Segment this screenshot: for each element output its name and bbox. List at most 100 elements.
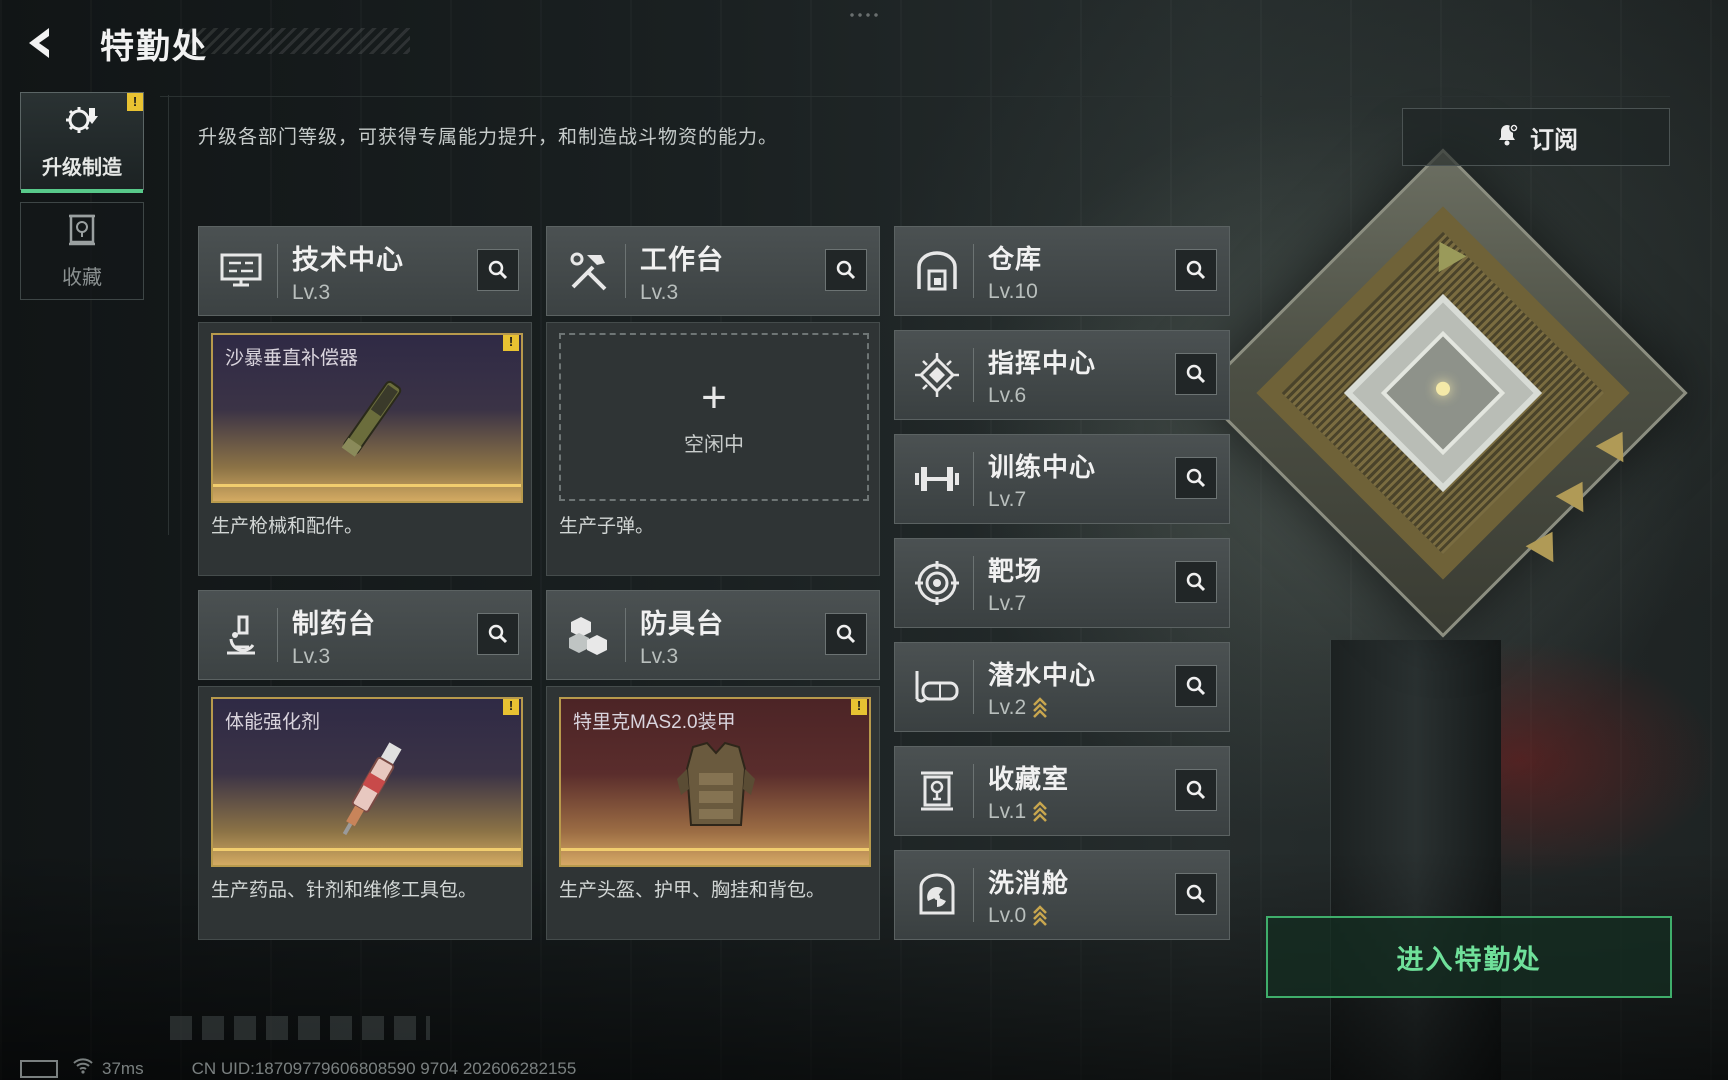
warning-badge: ! [127, 93, 143, 111]
search-icon[interactable] [1175, 665, 1217, 707]
department-decontamination-pod[interactable]: 洗消舱 Lv.0 [894, 850, 1230, 940]
station-name: 工作台 [640, 244, 724, 275]
intro-text: 升级各部门等级，可获得专属能力提升，和制造战斗物资的能力。 [198, 127, 779, 148]
top-bar: 特勤处 [20, 18, 208, 68]
nav-label: 升级制造 [42, 157, 122, 179]
department-level: Lv.2 [988, 695, 1027, 719]
department-level: Lv.7 [988, 487, 1027, 511]
upgrade-gear-icon [62, 102, 102, 143]
upgrade-available-icon [1032, 904, 1048, 927]
station-body: 体能强化剂 ! 生产药品、针剂和维修工具包。 [198, 686, 532, 940]
header-divider [160, 96, 1670, 97]
station-level: Lv.3 [292, 644, 331, 668]
idle-production-slot[interactable]: + 空闲中 [559, 333, 869, 501]
station-name: 技术中心 [292, 244, 404, 275]
compensator-item-icon [341, 380, 402, 457]
status-bar: 37ms CN UID:18709779606808590 9704 20260… [20, 1058, 576, 1079]
command-chip-icon [907, 345, 967, 405]
department-collection-room[interactable]: 收藏室 Lv.1 [894, 746, 1230, 836]
injector-item-icon [342, 742, 402, 836]
department-name: 洗消舱 [988, 867, 1070, 898]
microscope-icon [211, 605, 271, 665]
station-header[interactable]: 防具台 Lv.3 [546, 590, 880, 680]
nav-divider [168, 95, 169, 535]
search-icon[interactable] [1175, 873, 1217, 915]
diving-mask-icon [907, 657, 967, 717]
product-name: 沙暴垂直补偿器 [225, 348, 359, 369]
department-level: Lv.7 [988, 591, 1027, 615]
upgrade-available-icon [1032, 696, 1048, 719]
subscribe-button[interactable]: 订阅 [1402, 108, 1670, 166]
station-name: 防具台 [640, 608, 724, 639]
station-level: Lv.3 [640, 280, 679, 304]
station-description: 生产枪械和配件。 [211, 516, 364, 537]
target-icon [907, 553, 967, 613]
collection-room-icon [907, 761, 967, 821]
collection-icon [67, 212, 97, 253]
wifi-icon [72, 1058, 94, 1079]
station-description: 生产头盔、护甲、胸挂和背包。 [559, 880, 826, 901]
station-header[interactable]: 制药台 Lv.3 [198, 590, 532, 680]
warning-badge: ! [503, 335, 519, 351]
station-body: 沙暴垂直补偿器 ! 生产枪械和配件。 [198, 322, 532, 576]
department-command-center[interactable]: 指挥中心 Lv.6 [894, 330, 1230, 420]
search-icon[interactable] [825, 613, 867, 655]
station-body: + 空闲中 生产子弹。 [546, 322, 880, 576]
upgrade-available-icon [1032, 800, 1048, 823]
search-icon[interactable] [1175, 769, 1217, 811]
search-icon[interactable] [1175, 249, 1217, 291]
page-title: 特勤处 [100, 27, 208, 66]
armor-vest-item-icon [677, 741, 755, 826]
station-description: 生产子弹。 [559, 516, 655, 537]
department-name: 收藏室 [988, 763, 1070, 794]
department-name: 潜水中心 [988, 659, 1097, 690]
production-slot[interactable]: 沙暴垂直补偿器 ! [211, 333, 523, 503]
floor-marks [170, 1016, 430, 1040]
station-header[interactable]: 技术中心 Lv.3 [198, 226, 532, 316]
top-dots [848, 12, 878, 18]
station-level: Lv.3 [640, 644, 679, 668]
station-card-pharmacy: 制药台 Lv.3 体能强化剂 ! 生产药品、针剂和维修工具包。 [198, 590, 532, 940]
back-arrow-icon[interactable] [20, 23, 60, 63]
department-level: Lv.6 [988, 383, 1027, 407]
department-training-center[interactable]: 训练中心 Lv.7 [894, 434, 1230, 524]
dumbbell-icon [907, 449, 967, 509]
production-slot[interactable]: 特里克MAS2.0装甲 ! [559, 697, 871, 867]
search-icon[interactable] [1175, 353, 1217, 395]
department-level: Lv.1 [988, 799, 1027, 823]
ping-value: 37ms [102, 1058, 144, 1078]
cube-artwork [1198, 148, 1688, 638]
battery-icon [20, 1059, 58, 1078]
warning-badge: ! [851, 699, 867, 715]
idle-label: 空闲中 [684, 433, 744, 456]
search-icon[interactable] [825, 249, 867, 291]
station-header[interactable]: 工作台 Lv.3 [546, 226, 880, 316]
tools-icon [559, 241, 619, 301]
department-name: 靶场 [988, 555, 1043, 586]
production-slot[interactable]: 体能强化剂 ! [211, 697, 523, 867]
search-icon[interactable] [1175, 457, 1217, 499]
department-diving-center[interactable]: 潜水中心 Lv.2 [894, 642, 1230, 732]
warning-badge: ! [503, 699, 519, 715]
station-body: 特里克MAS2.0装甲 ! 生产头盔、护甲、胸挂和背包。 [546, 686, 880, 940]
station-level: Lv.3 [292, 280, 331, 304]
warehouse-icon [907, 241, 967, 301]
plus-icon: + [701, 372, 727, 422]
search-icon[interactable] [1175, 561, 1217, 603]
nav-upgrade-manufacture[interactable]: 升级制造 ! [20, 92, 144, 193]
department-warehouse[interactable]: 仓库 Lv.10 [894, 226, 1230, 316]
enter-special-ops-button[interactable]: 进入特勤处 [1266, 916, 1672, 998]
department-name: 仓库 [988, 243, 1043, 274]
department-name: 训练中心 [988, 451, 1097, 482]
station-card-workbench: 工作台 Lv.3 + 空闲中 生产子弹。 [546, 226, 880, 576]
station-name: 制药台 [292, 608, 376, 639]
product-name: 特里克MAS2.0装甲 [573, 712, 736, 733]
active-indicator [21, 189, 143, 193]
search-icon[interactable] [477, 613, 519, 655]
department-shooting-range[interactable]: 靶场 Lv.7 [894, 538, 1230, 628]
nav-collection[interactable]: 收藏 [20, 202, 144, 300]
product-name: 体能强化剂 [225, 712, 321, 733]
bell-icon [1494, 121, 1520, 154]
department-level: Lv.10 [988, 279, 1038, 303]
search-icon[interactable] [477, 249, 519, 291]
